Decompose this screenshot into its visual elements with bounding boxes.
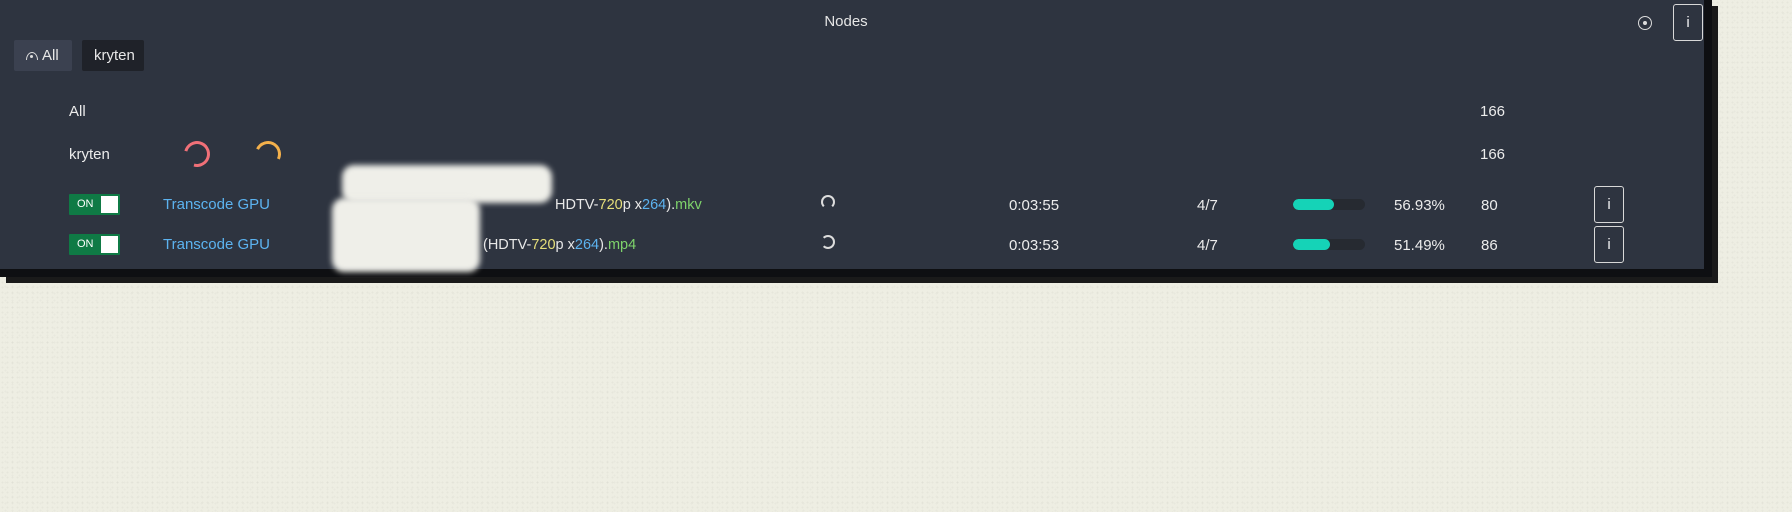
progress-bar — [1293, 239, 1365, 250]
spinner-icon — [821, 235, 835, 249]
plugin-link[interactable]: Transcode GPU — [163, 196, 270, 213]
summary-all-label: All — [69, 103, 86, 120]
health-ring-icon — [179, 136, 215, 172]
file-name: (HDTV-720p x264).mp4 — [483, 237, 637, 253]
toggle-knob — [101, 196, 118, 213]
header-info-button[interactable]: i — [1673, 4, 1703, 41]
step-count: 4/7 — [1197, 237, 1218, 254]
progress-fill — [1293, 199, 1334, 210]
radio-icon[interactable] — [1638, 16, 1652, 30]
tab-all[interactable]: All — [14, 40, 72, 71]
progress-fill — [1293, 239, 1331, 250]
redacted-region — [332, 198, 480, 272]
tab-kryten[interactable]: kryten — [82, 40, 144, 71]
tab-kryten-label: kryten — [94, 47, 135, 64]
worker-info-button[interactable]: i — [1594, 226, 1624, 263]
fps-value: 80 — [1481, 197, 1498, 214]
summary-kryten-label: kryten — [69, 146, 110, 163]
progress-percent: 51.49% — [1394, 237, 1445, 254]
plugin-link[interactable]: Transcode GPU — [163, 236, 270, 253]
progress-bar — [1293, 199, 1365, 210]
elapsed-time: 0:03:53 — [1009, 237, 1060, 254]
nodes-panel: Nodes i All kryten All 166 kryten 166 ON… — [0, 0, 1712, 277]
worker-info-button[interactable]: i — [1594, 186, 1624, 223]
summary-kryten-count: 166 — [1480, 146, 1506, 163]
fps-value: 86 — [1481, 237, 1498, 254]
elapsed-time: 0:03:55 — [1009, 197, 1060, 214]
file-name: HDTV-720p x264).mkv — [555, 197, 702, 213]
eye-icon — [26, 51, 38, 60]
toggle-label: ON — [77, 198, 94, 210]
spinner-icon — [821, 195, 835, 209]
tab-all-label: All — [42, 47, 59, 64]
page-title: Nodes — [824, 13, 868, 30]
toggle-knob — [101, 236, 118, 253]
progress-percent: 56.93% — [1394, 197, 1445, 214]
step-count: 4/7 — [1197, 197, 1218, 214]
worker-toggle[interactable]: ON — [69, 234, 120, 255]
worker-toggle[interactable]: ON — [69, 194, 120, 215]
toggle-label: ON — [77, 238, 94, 250]
worker-ring-icon — [251, 137, 285, 171]
summary-all-count: 166 — [1480, 103, 1506, 120]
